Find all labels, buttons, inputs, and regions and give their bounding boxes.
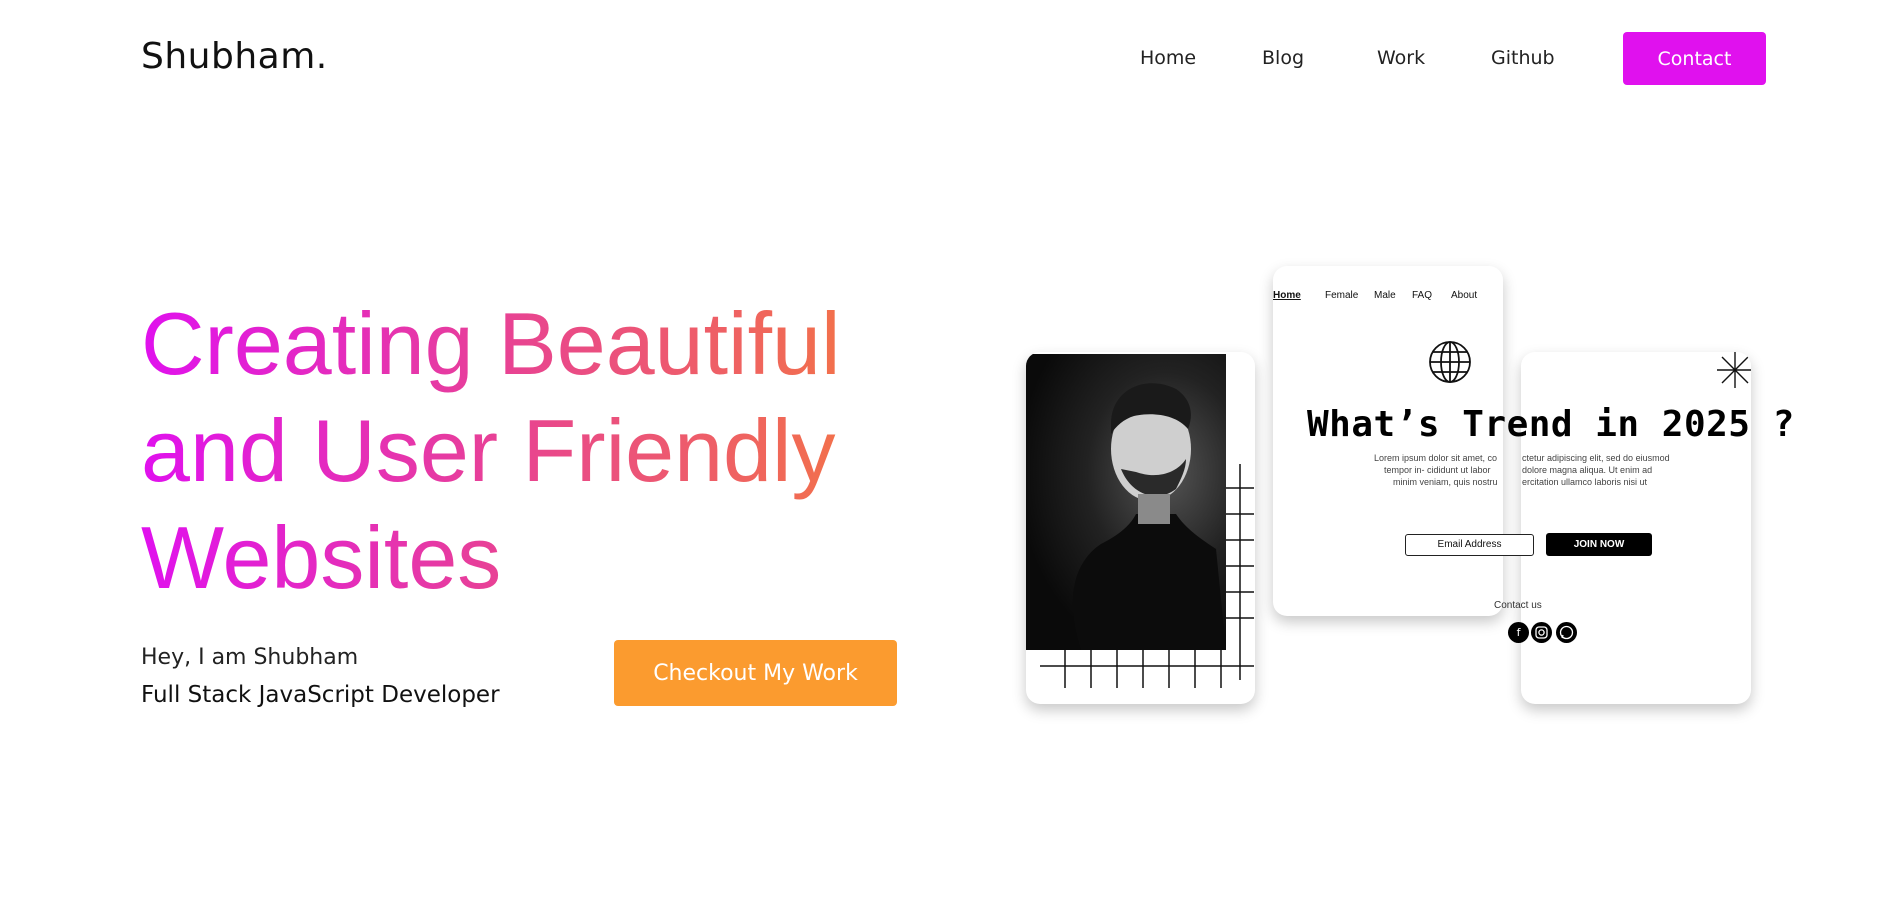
nav-home[interactable]: Home <box>1140 47 1196 69</box>
facebook-icon[interactable]: f <box>1508 622 1529 643</box>
nav-work[interactable]: Work <box>1377 47 1425 69</box>
nav-github[interactable]: Github <box>1491 47 1555 69</box>
hero-title-line-1: Creating Beautiful <box>141 294 841 393</box>
sparkle-icon <box>1717 352 1751 388</box>
lorem-left-3: minim veniam, quis nostru <box>1393 477 1498 487</box>
lorem-right-1: ctetur adipiscing elit, sed do eiusmod <box>1522 453 1670 463</box>
instagram-icon[interactable] <box>1531 622 1552 643</box>
mini-nav-female: Female <box>1325 290 1359 301</box>
lorem-right-2: dolore magna aliqua. Ut enim ad <box>1522 465 1653 475</box>
mini-nav-male: Male <box>1374 290 1396 301</box>
hero-title-line-2: and User Friendly <box>141 401 836 500</box>
grid-decoration <box>1040 464 1254 688</box>
hero-title: Creating Beautiful and User Friendly Web… <box>141 290 961 611</box>
lorem-right-3: ercitation ullamco laboris nisi ut <box>1522 477 1648 487</box>
mini-nav-faq: FAQ <box>1412 290 1433 301</box>
hero-title-line-3: Websites <box>141 508 502 607</box>
hero-role: Full Stack JavaScript Developer <box>141 682 500 708</box>
checkout-work-button[interactable]: Checkout My Work <box>614 640 897 706</box>
site-logo[interactable]: Shubham. <box>141 36 328 77</box>
join-now-button[interactable]: JOIN NOW <box>1546 533 1652 556</box>
mini-nav-home: Home <box>1273 290 1301 301</box>
contact-us-label: Contact us <box>1494 600 1542 611</box>
lorem-left-1: Lorem ipsum dolor sit amet, co <box>1374 453 1498 463</box>
email-address-field[interactable]: Email Address <box>1405 534 1534 556</box>
contact-button[interactable]: Contact <box>1623 32 1766 85</box>
trend-headline: What’s Trend in 2025 ? <box>1307 404 1795 445</box>
whatsapp-icon[interactable] <box>1556 622 1577 643</box>
lorem-left-2: tempor in- cididunt ut labor <box>1384 465 1491 475</box>
hero-greeting: Hey, I am Shubham <box>141 645 359 670</box>
globe-icon <box>1429 341 1471 383</box>
portrait-card <box>1026 352 1255 704</box>
mini-nav-about: About <box>1451 290 1478 301</box>
nav-blog[interactable]: Blog <box>1262 47 1304 69</box>
